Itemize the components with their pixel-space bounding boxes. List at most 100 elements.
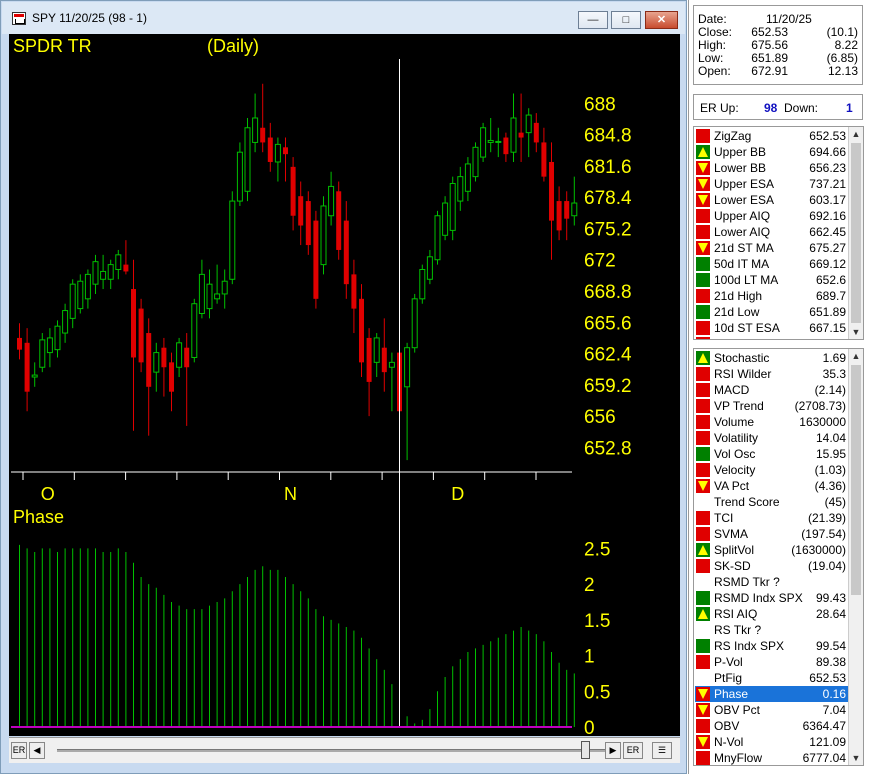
- indicator-list[interactable]: Stochastic 1.69 RSI Wilder 35.3 MACD (2.14) VP…: [693, 348, 864, 766]
- indicator-panel: Date: 11/20/25 Close: 652.53 (10.1) High…: [688, 0, 869, 774]
- er-left-button[interactable]: ER: [11, 742, 27, 759]
- indicator-value: 669.12: [809, 257, 846, 271]
- indicator-row[interactable]: 50d IT MA 669.12: [695, 256, 848, 272]
- low-row: Low: 651.89 (6.85): [698, 51, 858, 65]
- candle-body: [556, 201, 562, 231]
- candle-body: [503, 137, 509, 155]
- signal-square-icon: [696, 751, 710, 765]
- indicator-row[interactable]: 10d ST ESA 667.15: [695, 320, 848, 336]
- indicator-row[interactable]: 21d Low 651.89: [695, 304, 848, 320]
- signal-square-icon: [696, 591, 710, 605]
- indicator-row[interactable]: 21d ST MA 675.27: [695, 240, 848, 256]
- signal-square-icon: [696, 225, 710, 239]
- candle-body: [229, 200, 236, 280]
- indicator-row[interactable]: Volume 1630000: [695, 414, 848, 430]
- price-axis-label: 659.2: [584, 376, 632, 397]
- indicator-row[interactable]: 28 IT ESA 670.21: [695, 336, 848, 339]
- indicator-row[interactable]: TCI (21.39): [695, 510, 848, 526]
- indicator-row[interactable]: RS Tkr ?: [695, 622, 848, 638]
- phase-axis-label: 1: [584, 647, 595, 668]
- indicator-row[interactable]: Lower ESA 603.17: [695, 192, 848, 208]
- chart-plot-area[interactable]: SPDR TR (Daily) Phase 688 684.8 681.6 678.4…: [9, 34, 680, 736]
- er-summary: ER Up: 98 Down: 1: [693, 94, 863, 120]
- indicator-list-scrollbar[interactable]: ▲ ▼: [848, 349, 863, 765]
- indicator-row[interactable]: ZigZag 652.53: [695, 128, 848, 144]
- indicator-row[interactable]: SVMA (197.54): [695, 526, 848, 542]
- indicator-row[interactable]: PtFig 652.53: [695, 670, 848, 686]
- candle-body: [525, 114, 532, 134]
- indicator-value: (45): [824, 495, 846, 509]
- candle-body: [260, 127, 266, 143]
- time-slider-thumb[interactable]: [581, 741, 590, 759]
- indicator-value: 121.09: [809, 735, 846, 749]
- indicator-row[interactable]: RSI Wilder 35.3: [695, 366, 848, 382]
- er-up-label: ER Up:: [700, 101, 739, 115]
- indicator-value: (19.04): [807, 559, 846, 573]
- title-bar[interactable]: SPY 11/20/25 (98 - 1) — □ ✕: [2, 2, 685, 34]
- indicator-row[interactable]: Trend Score (45): [695, 494, 848, 510]
- indicator-row[interactable]: Lower BB 656.23: [695, 160, 848, 176]
- overlay-indicator-list[interactable]: ZigZag 652.53 Upper BB 694.66 Lower BB 656.23…: [693, 126, 864, 340]
- indicator-row[interactable]: Volatility 14.04: [695, 430, 848, 446]
- scroll-down-icon[interactable]: ▼: [849, 751, 863, 765]
- indicator-row[interactable]: Vol Osc 15.95: [695, 446, 848, 462]
- indicator-row[interactable]: Lower AIQ 662.45: [695, 224, 848, 240]
- overlay-list-scrollbar[interactable]: ▲ ▼: [848, 127, 863, 339]
- indicator-row[interactable]: SplitVol (1630000): [695, 542, 848, 558]
- indicator-value: 99.43: [815, 591, 846, 605]
- indicator-row[interactable]: 21d High 689.7: [695, 288, 848, 304]
- signal-square-icon: [696, 623, 710, 637]
- indicator-value: 651.89: [809, 305, 846, 319]
- scroll-down-icon[interactable]: ▼: [849, 325, 863, 339]
- indicator-row[interactable]: RSMD Indx SPX 99.43: [695, 590, 848, 606]
- minimize-button[interactable]: —: [578, 11, 608, 29]
- signal-square-icon: [696, 415, 710, 429]
- er-right-button[interactable]: ER: [623, 742, 643, 759]
- indicator-row[interactable]: N-Vol 121.09: [695, 734, 848, 750]
- indicator-row[interactable]: MACD (2.14): [695, 382, 848, 398]
- maximize-button[interactable]: □: [611, 11, 641, 29]
- overlay-list-scroll-thumb[interactable]: [851, 143, 861, 323]
- candle-body: [449, 182, 456, 231]
- indicator-list-scroll-thumb[interactable]: [851, 365, 861, 595]
- candle-body: [336, 191, 342, 250]
- indicator-row[interactable]: Stochastic 1.69: [695, 350, 848, 366]
- scroll-up-icon[interactable]: ▲: [849, 127, 863, 141]
- indicator-row[interactable]: MnyFlow 6777.04: [695, 750, 848, 765]
- indicator-row[interactable]: Phase 0.16: [695, 686, 848, 702]
- candle-body: [571, 202, 578, 217]
- menu-icon[interactable]: ☰: [652, 742, 672, 759]
- price-chart[interactable]: SPDR TR (Daily) Phase 688 684.8 681.6 678.4…: [9, 34, 680, 736]
- scroll-left-button[interactable]: ◀: [29, 742, 45, 759]
- indicator-row[interactable]: OBV 6364.47: [695, 718, 848, 734]
- indicator-name: ZigZag: [714, 129, 752, 143]
- price-axis-label: 678.4: [584, 188, 632, 209]
- indicator-row[interactable]: RSMD Tkr ?: [695, 574, 848, 590]
- price-axis-label: 662.4: [584, 345, 632, 366]
- indicator-row[interactable]: Velocity (1.03): [695, 462, 848, 478]
- indicator-row[interactable]: VA Pct (4.36): [695, 478, 848, 494]
- indicator-row[interactable]: RSI AIQ 28.64: [695, 606, 848, 622]
- indicator-row[interactable]: RS Indx SPX 99.54: [695, 638, 848, 654]
- time-slider-track[interactable]: [57, 749, 607, 752]
- indicator-row[interactable]: Upper AIQ 692.16: [695, 208, 848, 224]
- candle-body: [343, 220, 349, 285]
- indicator-row[interactable]: SK-SD (19.04): [695, 558, 848, 574]
- arrow-down-icon: [696, 241, 710, 255]
- candle-body: [62, 310, 69, 334]
- indicator-row[interactable]: Upper ESA 737.21: [695, 176, 848, 192]
- candle-body: [221, 280, 228, 295]
- indicator-row[interactable]: OBV Pct 7.04: [695, 702, 848, 718]
- indicator-row[interactable]: VP Trend (2708.73): [695, 398, 848, 414]
- scroll-up-icon[interactable]: ▲: [849, 349, 863, 363]
- indicator-name: Velocity: [714, 463, 756, 477]
- indicator-name: 21d Low: [714, 305, 760, 319]
- indicator-row[interactable]: P-Vol 89.38: [695, 654, 848, 670]
- indicator-row[interactable]: 100d LT MA 652.6: [695, 272, 848, 288]
- arrow-down-icon: [696, 735, 710, 749]
- close-button[interactable]: ✕: [645, 11, 678, 29]
- indicator-row[interactable]: Upper BB 694.66: [695, 144, 848, 160]
- scroll-right-button[interactable]: ▶: [605, 742, 621, 759]
- indicator-value: 6364.47: [802, 719, 846, 733]
- indicator-value: 35.3: [822, 367, 846, 381]
